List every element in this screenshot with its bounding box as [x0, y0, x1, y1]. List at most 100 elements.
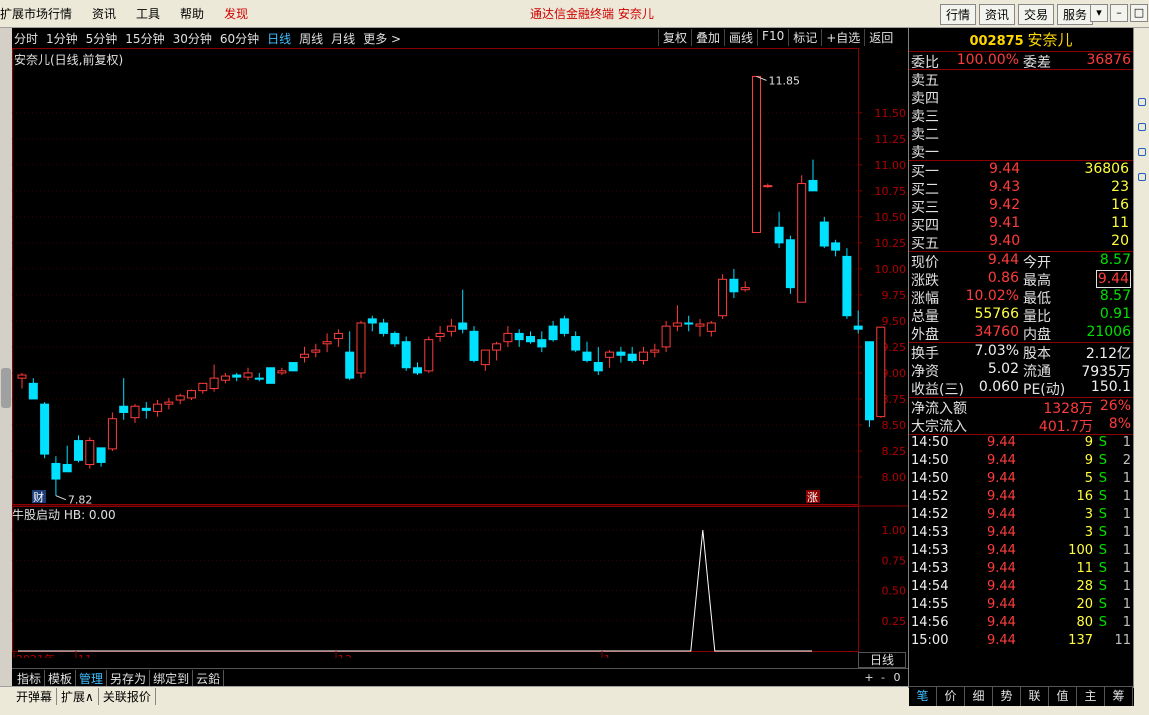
buy-row: 买五 9.40 20: [909, 233, 1133, 252]
status-items: 开弹幕 扩展∧ 关联报价: [12, 688, 156, 705]
period-2[interactable]: 5分钟: [86, 30, 118, 47]
candle-body: [175, 395, 185, 401]
candle-body: [718, 278, 728, 317]
zoom-button[interactable]: +: [862, 671, 876, 684]
period-9[interactable]: 更多 >: [363, 30, 401, 47]
period-8[interactable]: 月线: [331, 30, 355, 47]
stat-value: 10.02%: [965, 288, 1019, 304]
flow-pct: 26%: [1099, 398, 1131, 414]
quote-tab[interactable]: 细: [965, 687, 993, 706]
stat-label: 今开: [1023, 255, 1051, 271]
stat-label: 净资: [911, 364, 939, 380]
period-7[interactable]: 周线: [299, 30, 323, 47]
tab-trade[interactable]: 交易: [1018, 4, 1055, 25]
candle-body: [141, 407, 151, 411]
quote-tab[interactable]: 联: [1021, 687, 1049, 706]
tool-button[interactable]: 标记: [788, 29, 821, 46]
side-icon[interactable]: [1138, 98, 1146, 106]
candle-body: [514, 332, 524, 341]
zoom-button[interactable]: 0: [890, 671, 904, 684]
period-6[interactable]: 日线: [267, 30, 291, 47]
tick-time: 14:56: [911, 615, 949, 630]
period-5[interactable]: 60分钟: [220, 30, 259, 47]
chart-canvas[interactable]: 11.5011.2511.0010.7510.5010.2510.009.759…: [12, 48, 908, 658]
kline-chart[interactable]: 11.50 11.25 11.00 10.75 10.50 10.25 10.00 9.75 9…: [12, 48, 908, 658]
indicator-tab[interactable]: 另存为: [107, 670, 151, 687]
tick-row: 14:50 9.44 9 S 2: [909, 453, 1133, 471]
status-item[interactable]: 开弹幕: [12, 688, 58, 705]
tick-price: 9.44: [987, 579, 1016, 594]
period-1[interactable]: 1分钟: [46, 30, 78, 47]
tool-button[interactable]: 画线: [724, 29, 757, 46]
menu-extended-market[interactable]: 扩展市场行情: [0, 5, 72, 22]
tick-price: 9.44: [987, 615, 1016, 630]
indicator-tab[interactable]: 云鉛: [193, 670, 225, 687]
stat-value: 21006: [1086, 324, 1131, 340]
buy-label: 买四: [911, 218, 939, 234]
tick-time: 14:52: [911, 507, 949, 522]
dropdown-icon[interactable]: ▾: [1090, 4, 1108, 22]
buy-volume: 23: [1111, 179, 1129, 195]
quote-tab[interactable]: 筹: [1105, 687, 1133, 706]
indicator-tab[interactable]: 模板: [45, 670, 77, 687]
menu-tools[interactable]: 工具: [136, 5, 160, 22]
tick-side: S: [1098, 435, 1107, 450]
candle-body: [153, 403, 163, 412]
indicator-tab[interactable]: 绑定到: [150, 670, 194, 687]
stat-value: 7935万: [1081, 364, 1131, 380]
quote-tab[interactable]: 主: [1077, 687, 1105, 706]
period-label[interactable]: 日线: [858, 652, 906, 668]
side-icon[interactable]: [1138, 148, 1146, 156]
indicator-tab[interactable]: 管理: [76, 670, 108, 687]
indicator-tab[interactable]: 指标: [14, 670, 46, 687]
period-4[interactable]: 30分钟: [173, 30, 212, 47]
scroll-grip[interactable]: [1, 368, 11, 408]
period-0[interactable]: 分时: [14, 30, 38, 47]
tab-news[interactable]: 资讯: [979, 4, 1016, 25]
stat-label: 换手: [911, 346, 939, 362]
candle-body: [266, 367, 276, 384]
period-3[interactable]: 15分钟: [125, 30, 164, 47]
flow-value: 1328万: [1043, 401, 1093, 417]
quote-tab[interactable]: 势: [993, 687, 1021, 706]
tick-row: 14:52 9.44 3 S 1: [909, 507, 1133, 525]
menu-info[interactable]: 资讯: [92, 5, 116, 22]
stat-label: 流通: [1023, 364, 1051, 380]
quote-tab[interactable]: 笔: [909, 687, 937, 706]
menu-help[interactable]: 帮助: [180, 5, 204, 22]
candle-body: [605, 351, 615, 358]
maximize-icon[interactable]: □: [1130, 4, 1148, 22]
tool-button[interactable]: 返回: [864, 29, 897, 46]
buy-label: 买一: [911, 164, 939, 180]
left-scroll-strip[interactable]: [0, 28, 12, 688]
tool-button[interactable]: 复权: [658, 29, 691, 46]
fundamental-row: 净资 5.02 流通 7935万: [909, 361, 1133, 380]
status-item[interactable]: 关联报价: [99, 688, 156, 705]
candle-body: [627, 353, 637, 361]
side-icon[interactable]: [1138, 173, 1146, 181]
flow-label: 大宗流入: [911, 419, 967, 435]
candle-body: [808, 179, 818, 192]
y-tick-label: 11.50: [875, 107, 907, 120]
side-icon[interactable]: [1138, 123, 1146, 131]
tool-button[interactable]: +自选: [821, 29, 864, 46]
tick-time: 14:50: [911, 453, 949, 468]
y-tick-label: 10.75: [875, 185, 907, 198]
flow-pct: 8%: [1108, 416, 1131, 432]
candle-body: [729, 278, 739, 293]
candle-body: [480, 349, 490, 366]
status-item[interactable]: 扩展∧: [57, 688, 99, 705]
tool-button[interactable]: F10: [757, 29, 788, 46]
tick-side: S: [1098, 471, 1107, 486]
stat-value: 7.03%: [974, 343, 1019, 359]
menu-discover[interactable]: 发现: [224, 5, 248, 22]
quote-tab[interactable]: 价: [937, 687, 965, 706]
buy-row: 买四 9.41 11: [909, 215, 1133, 234]
minimize-icon[interactable]: –: [1110, 4, 1128, 22]
tab-market[interactable]: 行情: [940, 4, 977, 25]
quote-tab[interactable]: 值: [1049, 687, 1077, 706]
zoom-button[interactable]: -: [876, 671, 890, 684]
cai-badge: 财: [33, 490, 44, 504]
tool-button[interactable]: 叠加: [691, 29, 724, 46]
fundamental-row: 换手 7.03% 股本 2.12亿: [909, 343, 1133, 362]
